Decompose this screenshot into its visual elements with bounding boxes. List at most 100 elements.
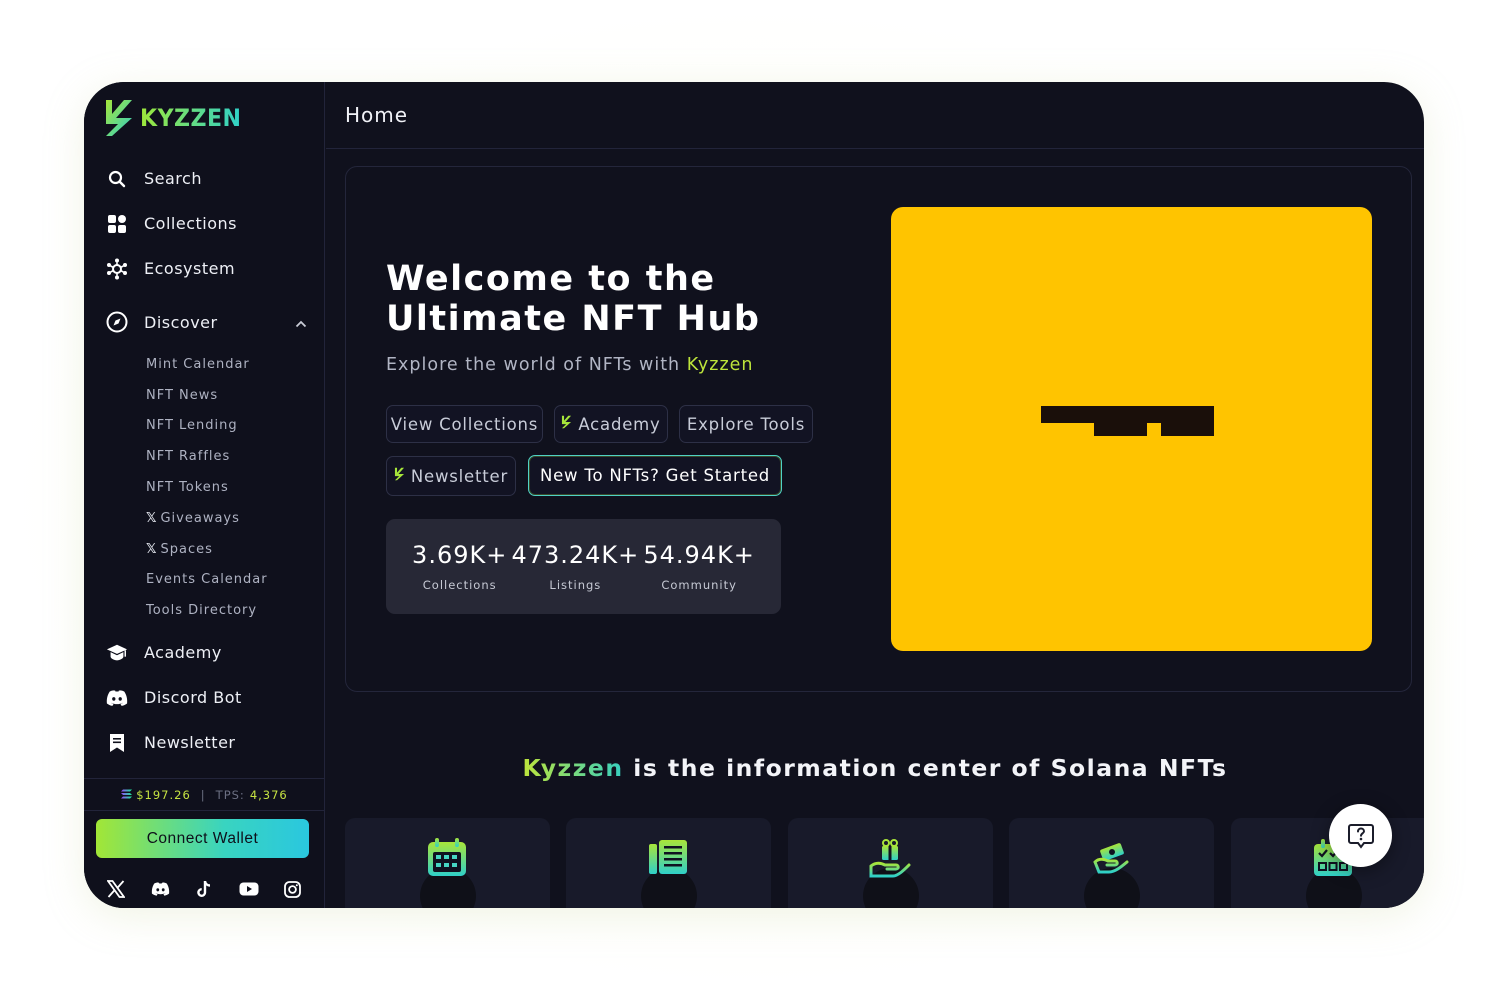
stat-collections: 3.69K+ Collections — [412, 541, 507, 592]
subitem-label: NFT Raffles — [146, 449, 231, 465]
sidebar-subitem-nft-news[interactable]: NFT News — [146, 380, 325, 411]
x-logo-icon: 𝕏 — [146, 541, 158, 557]
newsletter-icon — [106, 732, 128, 754]
stat-label: Listings — [549, 578, 602, 592]
page-background: KYZZEN Search Collections Ecosystem Disc… — [0, 0, 1508, 994]
logo[interactable]: KYZZEN — [104, 98, 250, 138]
news-icon — [649, 840, 687, 874]
hero-subtitle: Explore the world of NFTs with Kyzzen — [386, 355, 754, 375]
discord-icon[interactable] — [150, 879, 170, 899]
grid-icon — [106, 213, 128, 235]
instagram-icon[interactable] — [283, 879, 303, 899]
stat-value: 3.69K+ — [412, 541, 508, 569]
newsletter-button[interactable]: Newsletter — [386, 456, 516, 496]
sidebar-subitem-mint-calendar[interactable]: Mint Calendar — [146, 349, 325, 380]
sidebar-item-discord-bot[interactable]: Discord Bot — [84, 675, 325, 720]
kyzzen-mark-icon — [394, 467, 405, 485]
sidebar-subitem-nft-raffles[interactable]: NFT Raffles — [146, 441, 325, 472]
youtube-icon[interactable] — [239, 879, 259, 899]
stat-label: Collections — [422, 578, 497, 592]
explore-tools-button[interactable]: Explore Tools — [679, 405, 813, 443]
sidebar-item-search[interactable]: Search — [84, 156, 325, 201]
hero-subtitle-brand: Kyzzen — [686, 355, 754, 375]
sidebar: KYZZEN Search Collections Ecosystem Disc… — [84, 82, 325, 908]
network-icon — [106, 258, 128, 280]
get-started-button[interactable]: New To NFTs? Get Started — [528, 455, 782, 496]
sidebar-item-discover[interactable]: Discover — [84, 295, 325, 349]
stat-listings: 473.24K+ Listings — [511, 541, 639, 592]
subitem-label: Mint Calendar — [146, 356, 250, 372]
discord-icon — [106, 687, 128, 709]
sidebar-item-label: Academy — [144, 643, 222, 663]
subitem-label: Tools Directory — [146, 603, 258, 619]
sidebar-item-newsletter[interactable]: Newsletter — [84, 720, 325, 765]
academy-button[interactable]: Academy — [554, 405, 668, 443]
top-bar: Home — [326, 82, 1424, 149]
help-button[interactable] — [1329, 804, 1392, 867]
subitem-label: NFT Tokens — [146, 480, 229, 496]
tps-value: 4,376 — [249, 787, 288, 802]
hero-section: Welcome to the Ultimate NFT Hub Explore … — [345, 166, 1412, 692]
graduation-cap-icon — [106, 642, 128, 664]
tagline: Kyzzen is the information center of Sola… — [326, 754, 1424, 782]
view-collections-button[interactable]: View Collections — [386, 405, 543, 443]
sidebar-item-label: Discord Bot — [144, 688, 242, 708]
button-label: View Collections — [390, 414, 539, 434]
hero-title: Welcome to the Ultimate NFT Hub — [386, 259, 806, 339]
kyzzen-mark-icon — [561, 415, 572, 433]
feature-card-events-calendar[interactable] — [1231, 818, 1424, 908]
sidebar-subitem-tools-directory[interactable]: Tools Directory — [146, 595, 325, 626]
hero-title-line-1: Welcome to the — [386, 259, 716, 299]
stat-value: 473.24K+ — [511, 541, 640, 569]
network-status-bar: $197.26 | TPS: 4,376 — [84, 778, 325, 811]
hero-title-line-2: Ultimate NFT Hub — [386, 299, 761, 339]
sidebar-subitem-nft-tokens[interactable]: NFT Tokens — [146, 472, 325, 503]
feature-card-nft-raffles[interactable] — [788, 818, 993, 908]
sidebar-item-label: Ecosystem — [144, 259, 236, 278]
connect-wallet-button[interactable]: Connect Wallet — [96, 819, 309, 858]
compass-icon — [106, 311, 128, 333]
calendar-icon — [428, 838, 466, 876]
glasses-graphic — [1041, 406, 1214, 436]
hero-subtitle-text: Explore the world of NFTs with — [386, 355, 687, 375]
stat-label: Community — [661, 578, 737, 592]
feature-card-nft-news[interactable] — [566, 818, 771, 908]
sidebar-item-label: Search — [144, 169, 202, 188]
sidebar-subitem-events-calendar[interactable]: Events Calendar — [146, 565, 325, 596]
page-title: Home — [345, 103, 409, 127]
solana-icon — [121, 788, 133, 802]
subitem-label: NFT News — [146, 387, 219, 403]
sidebar-subitem-x-giveaways[interactable]: 𝕏 Giveaways — [146, 503, 325, 534]
button-label: New To NFTs? Get Started — [539, 466, 771, 485]
discover-submenu: Mint Calendar NFT News NFT Lending NFT R… — [84, 349, 325, 626]
tagline-brand: Kyzzen — [522, 754, 624, 782]
app-window: KYZZEN Search Collections Ecosystem Disc… — [84, 82, 1424, 908]
social-links — [84, 875, 325, 903]
gift-hand-icon — [869, 839, 911, 878]
chevron-up-icon[interactable] — [295, 313, 307, 332]
stat-value: 54.94K+ — [643, 541, 755, 569]
stats-panel: 3.69K+ Collections 473.24K+ Listings 54.… — [386, 519, 781, 614]
button-label: Newsletter — [410, 466, 509, 486]
tagline-text: is the information center of Solana NFTs — [623, 754, 1228, 782]
button-label: Academy — [578, 414, 661, 434]
subitem-label: Spaces — [160, 541, 213, 557]
tps-label: TPS: — [215, 787, 245, 802]
sidebar-item-ecosystem[interactable]: Ecosystem — [84, 246, 325, 291]
x-logo-icon: 𝕏 — [146, 510, 158, 526]
sol-price: $197.26 — [136, 787, 191, 802]
feature-card-mint-calendar[interactable] — [345, 818, 550, 908]
sidebar-subitem-x-spaces[interactable]: 𝕏 Spaces — [146, 534, 325, 565]
separator: | — [200, 787, 206, 802]
feature-card-nft-lending[interactable] — [1009, 818, 1214, 908]
hero-image — [891, 207, 1372, 651]
subitem-label: Giveaways — [160, 510, 240, 526]
sidebar-item-academy[interactable]: Academy — [84, 630, 325, 675]
sidebar-subitem-nft-lending[interactable]: NFT Lending — [146, 411, 325, 442]
sidebar-item-label: Discover — [144, 312, 218, 332]
search-icon — [106, 168, 128, 190]
sidebar-item-label: Collections — [144, 214, 237, 233]
sidebar-item-collections[interactable]: Collections — [84, 201, 325, 246]
x-icon[interactable] — [106, 879, 126, 899]
tiktok-icon[interactable] — [194, 879, 214, 899]
